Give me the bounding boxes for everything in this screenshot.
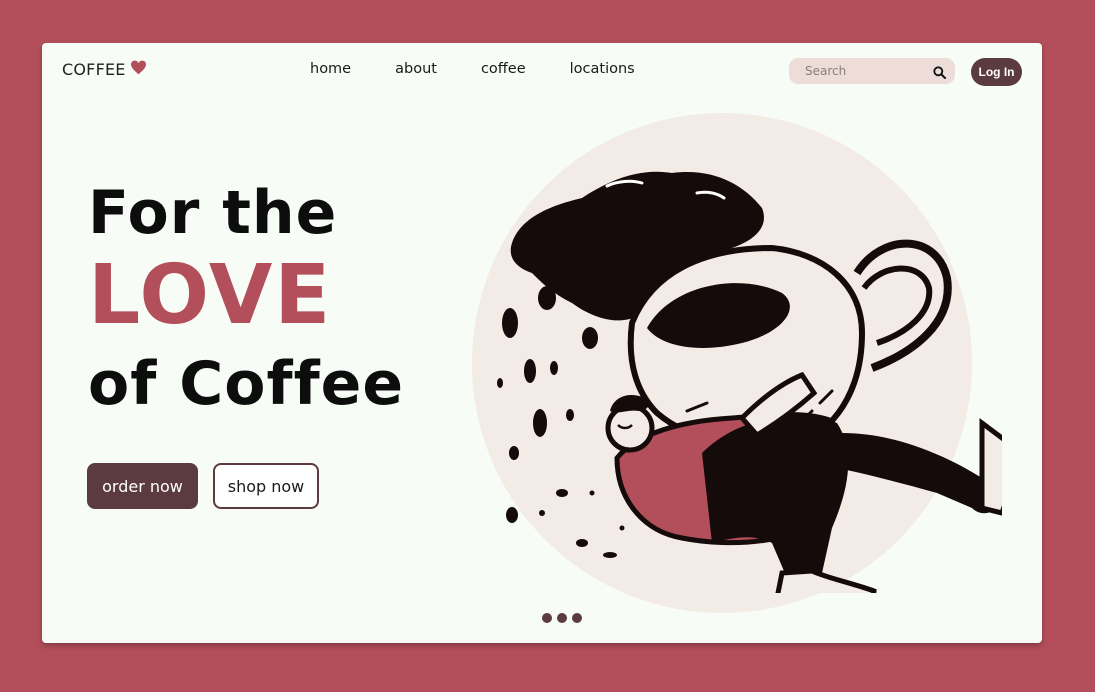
landing-card: COFFEE home about coffee locations Log I…	[42, 43, 1042, 643]
headline-line-3: of Coffee	[88, 349, 405, 419]
shop-now-button[interactable]: shop now	[213, 463, 319, 509]
search-input[interactable]	[803, 63, 935, 79]
headline-line-1: For the	[88, 178, 338, 248]
carousel-dot[interactable]	[557, 613, 567, 623]
coffee-hug-illustration	[497, 171, 1002, 593]
nav-item-coffee[interactable]: coffee	[481, 61, 526, 77]
hero-headline: For the LOVE of Coffee	[88, 183, 404, 414]
nav-item-about[interactable]: about	[395, 61, 437, 77]
search-icon[interactable]	[933, 64, 947, 83]
headline-line-2: LOVE	[88, 248, 333, 343]
search-bar	[789, 58, 955, 84]
carousel-dot[interactable]	[542, 613, 552, 623]
order-now-button[interactable]: order now	[87, 463, 198, 509]
carousel-dot[interactable]	[572, 613, 582, 623]
login-button[interactable]: Log In	[971, 58, 1022, 86]
brand-logo[interactable]: COFFEE	[62, 60, 147, 79]
nav-item-home[interactable]: home	[310, 61, 351, 77]
nav-item-locations[interactable]: locations	[570, 61, 635, 77]
main-nav: home about coffee locations	[310, 61, 679, 77]
brand-name: COFFEE	[62, 60, 126, 79]
carousel-dots	[542, 613, 587, 623]
heart-icon	[130, 60, 147, 79]
